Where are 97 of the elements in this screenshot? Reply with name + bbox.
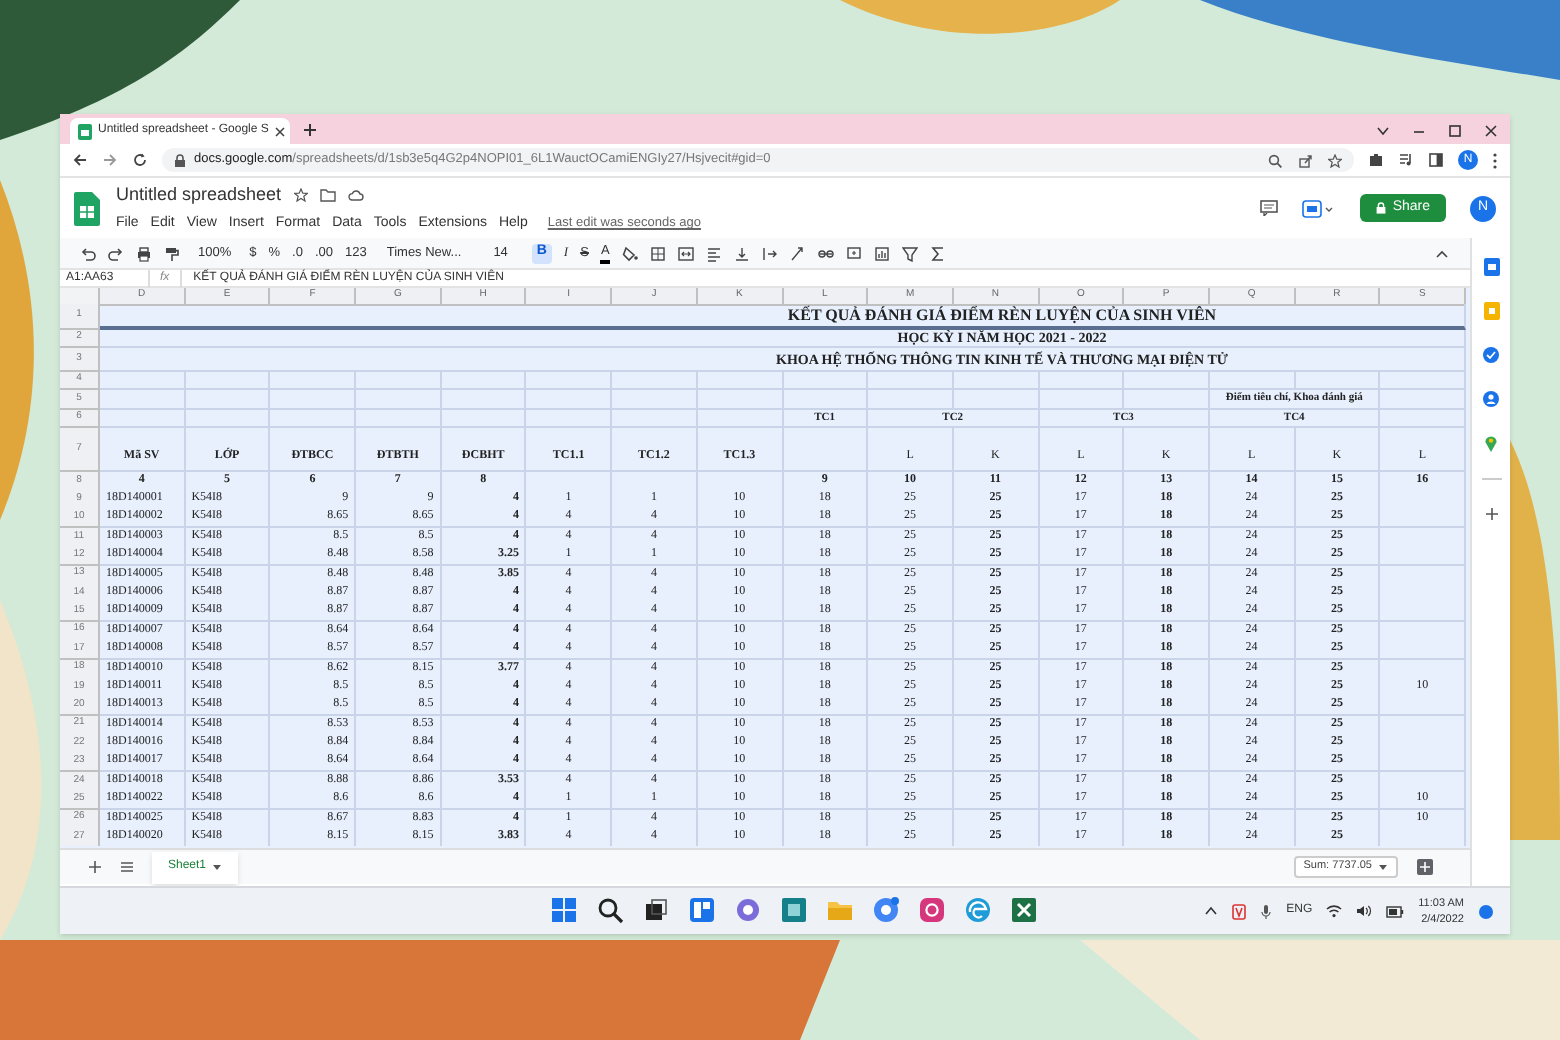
task-view-icon[interactable]	[642, 896, 670, 924]
microphone-icon[interactable]	[1260, 903, 1273, 919]
paint-format-icon[interactable]	[164, 245, 180, 261]
share-icon[interactable]	[1298, 153, 1312, 167]
battery-icon[interactable]	[1386, 905, 1405, 917]
empty-cell	[356, 410, 442, 428]
chevron-up-icon[interactable]	[1204, 904, 1219, 918]
notification-icon[interactable]	[1478, 903, 1494, 919]
close-icon[interactable]	[1484, 124, 1498, 138]
wifi-icon[interactable]	[1326, 904, 1343, 918]
spreadsheet-icon[interactable]	[1010, 896, 1038, 924]
star-icon[interactable]	[1328, 153, 1342, 167]
star-icon[interactable]	[293, 188, 308, 203]
print-icon[interactable]	[136, 245, 152, 261]
map-pin-icon[interactable]	[1484, 434, 1498, 452]
forward-icon[interactable]	[102, 152, 118, 168]
cloud-icon[interactable]	[347, 188, 364, 203]
empty-cell	[697, 390, 783, 410]
empty-cell	[868, 390, 954, 410]
filter-icon[interactable]	[901, 245, 918, 261]
windows-icon[interactable]	[550, 896, 578, 924]
empty-cell	[1380, 410, 1466, 428]
empty-cell	[185, 410, 271, 428]
empty-cell	[270, 390, 357, 410]
vertical-align-icon[interactable]	[733, 245, 750, 261]
collapse-icon[interactable]	[1434, 245, 1450, 261]
sheets-icon	[78, 123, 92, 139]
fill-color-icon[interactable]	[621, 245, 638, 261]
reload-icon[interactable]	[132, 152, 148, 168]
redo-icon[interactable]	[108, 245, 124, 261]
search-icon[interactable]	[596, 896, 624, 924]
empty-cell	[185, 390, 271, 410]
back-icon[interactable]	[72, 152, 88, 168]
volume-icon[interactable]	[1356, 904, 1373, 918]
empty-cell	[612, 410, 698, 428]
store-icon[interactable]	[780, 896, 808, 924]
lock-icon	[1376, 202, 1387, 214]
check-icon[interactable]	[1482, 346, 1500, 364]
sheets-logo-icon	[74, 191, 100, 225]
browser-icon[interactable]	[964, 896, 992, 924]
browser-icon[interactable]	[872, 896, 900, 924]
empty-cell	[783, 390, 869, 410]
video-call-icon[interactable]	[1302, 199, 1337, 217]
empty-cell	[441, 410, 527, 428]
empty-cell	[441, 390, 527, 410]
empty-cell	[270, 410, 357, 428]
text-wrap-icon[interactable]	[761, 245, 778, 261]
empty-cell	[1380, 640, 1466, 660]
empty-cell	[356, 390, 442, 410]
shield-icon[interactable]	[1232, 903, 1247, 919]
document-title[interactable]: Untitled spreadsheet	[116, 182, 282, 209]
empty-cell	[526, 390, 613, 410]
empty-cell	[526, 410, 613, 428]
sheets-icon[interactable]	[1483, 258, 1499, 276]
empty-cell	[783, 428, 869, 472]
text-rotate-icon[interactable]	[789, 245, 806, 261]
maximize-icon[interactable]	[1448, 124, 1462, 138]
sheet-list-icon[interactable]	[120, 860, 134, 874]
align-icon[interactable]	[705, 245, 722, 261]
chat-icon[interactable]	[734, 896, 762, 924]
more-icon[interactable]	[1492, 151, 1498, 169]
comment-icon[interactable]	[1260, 200, 1279, 216]
folder-icon[interactable]	[319, 188, 336, 203]
camera-icon[interactable]	[918, 896, 946, 924]
empty-cell	[1380, 696, 1466, 716]
person-icon[interactable]	[1482, 390, 1500, 408]
empty-cell	[953, 390, 1040, 410]
empty-cell	[1380, 508, 1466, 528]
comment-icon[interactable]	[845, 245, 862, 261]
sum-icon[interactable]	[929, 245, 946, 261]
empty-cell	[612, 390, 698, 410]
caret-icon	[1378, 863, 1388, 871]
undo-icon[interactable]	[80, 245, 96, 261]
side-panel-icon[interactable]	[1428, 152, 1444, 168]
chart-icon[interactable]	[873, 245, 890, 261]
media-icon[interactable]	[1398, 152, 1414, 168]
widgets-icon[interactable]	[688, 896, 716, 924]
empty-cell	[1380, 546, 1466, 566]
merge-cells-icon[interactable]	[677, 245, 694, 261]
empty-cell	[1380, 602, 1466, 622]
caret-icon	[212, 863, 223, 871]
empty-cell	[1380, 390, 1466, 410]
add-icon[interactable]	[1483, 506, 1499, 522]
chevron-icon[interactable]	[1376, 124, 1390, 138]
borders-icon[interactable]	[649, 245, 666, 261]
empty-cell	[1380, 752, 1466, 772]
new-tab-icon[interactable]	[302, 122, 318, 138]
explore-icon[interactable]	[1416, 858, 1434, 876]
link-icon[interactable]	[817, 245, 834, 261]
empty-cell	[1124, 390, 1210, 410]
title-text: KẾT QUẢ ĐÁNH GIÁ ĐIỂM RÈN LUYỆN CỦA SINH VIÊN	[787, 305, 1217, 325]
lock-icon	[174, 153, 186, 167]
empty-cell	[697, 410, 783, 428]
add-sheet-icon[interactable]	[88, 860, 102, 874]
zoom-icon[interactable]	[1268, 153, 1282, 167]
close-icon[interactable]	[274, 125, 287, 137]
empty-cell	[1039, 390, 1125, 410]
